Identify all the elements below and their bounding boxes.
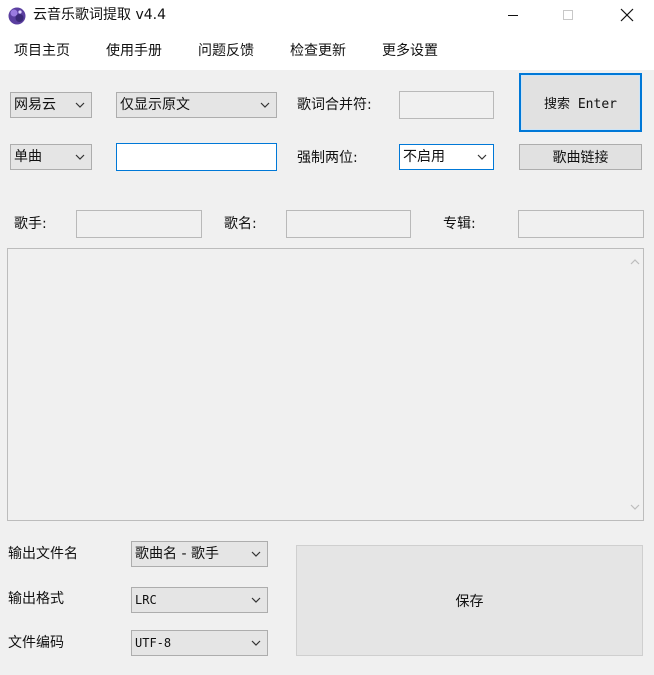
force-two-digits-select[interactable]: 不启用	[399, 144, 494, 170]
output-filename-select[interactable]: 歌曲名 - 歌手	[131, 541, 268, 567]
menu-item-manual[interactable]: 使用手册	[106, 42, 162, 60]
display-mode-value: 仅显示原文	[120, 97, 190, 113]
maximize-button[interactable]	[545, 0, 591, 30]
song-link-button-label: 歌曲链接	[552, 150, 609, 166]
menu-item-feedback[interactable]: 问题反馈	[198, 42, 254, 60]
merge-char-label: 歌词合并符:	[297, 97, 372, 113]
output-format-select[interactable]: LRC	[131, 587, 268, 613]
file-encoding-label: 文件编码	[8, 635, 64, 651]
menu-item-project-home[interactable]: 项目主页	[14, 42, 70, 60]
search-query-input[interactable]	[116, 143, 277, 171]
lyrics-scrollbar[interactable]	[626, 249, 643, 520]
menu-bar: 项目主页 使用手册 问题反馈 检查更新 更多设置	[0, 32, 654, 70]
artist-label: 歌手:	[14, 216, 47, 232]
menu-item-more-settings[interactable]: 更多设置	[382, 42, 438, 60]
window-title: 云音乐歌词提取 v4.4	[33, 7, 166, 23]
output-format-value: LRC	[135, 593, 157, 607]
chevron-down-icon	[477, 154, 487, 160]
output-format-label: 输出格式	[8, 591, 64, 607]
album-label: 专辑:	[443, 216, 476, 232]
output-filename-value: 歌曲名 - 歌手	[135, 546, 219, 562]
artist-field[interactable]	[76, 210, 202, 238]
scroll-down-icon[interactable]	[630, 503, 640, 511]
app-window: 云音乐歌词提取 v4.4 项目主页 使用手册 问题反馈 检查更新 更多设置 网易…	[0, 0, 654, 675]
song-link-button[interactable]: 歌曲链接	[519, 144, 642, 170]
song-name-label: 歌名:	[224, 216, 257, 232]
search-type-value: 单曲	[14, 149, 42, 165]
app-icon	[8, 7, 26, 25]
title-bar[interactable]: 云音乐歌词提取 v4.4	[0, 0, 654, 32]
close-icon	[620, 8, 634, 22]
search-button[interactable]: 搜索 Enter	[519, 73, 642, 132]
chevron-down-icon	[75, 102, 85, 108]
album-field[interactable]	[518, 210, 644, 238]
output-filename-label: 输出文件名	[8, 546, 78, 562]
force-two-digits-value: 不启用	[403, 149, 445, 165]
chevron-down-icon	[251, 551, 261, 557]
minimize-icon	[508, 15, 518, 16]
search-button-label: 搜索 Enter	[544, 97, 617, 112]
maximize-icon	[563, 10, 573, 20]
chevron-down-icon	[260, 102, 270, 108]
scroll-up-icon[interactable]	[630, 258, 640, 266]
save-button[interactable]: 保存	[296, 545, 643, 656]
menu-item-check-update[interactable]: 检查更新	[290, 42, 346, 60]
merge-char-input[interactable]	[399, 91, 494, 119]
source-select-value: 网易云	[14, 97, 56, 113]
force-two-digits-label: 强制两位:	[297, 150, 358, 166]
display-mode-select[interactable]: 仅显示原文	[116, 92, 277, 118]
minimize-button[interactable]	[490, 0, 536, 30]
chevron-down-icon	[251, 640, 261, 646]
save-button-label: 保存	[455, 593, 484, 610]
song-name-field[interactable]	[286, 210, 411, 238]
file-encoding-value: UTF-8	[135, 636, 172, 650]
chevron-down-icon	[251, 597, 261, 603]
chevron-down-icon	[75, 154, 85, 160]
search-type-select[interactable]: 单曲	[10, 144, 92, 170]
close-button[interactable]	[604, 0, 650, 30]
lyrics-textarea[interactable]	[7, 248, 644, 521]
file-encoding-select[interactable]: UTF-8	[131, 630, 268, 656]
source-select[interactable]: 网易云	[10, 92, 92, 118]
